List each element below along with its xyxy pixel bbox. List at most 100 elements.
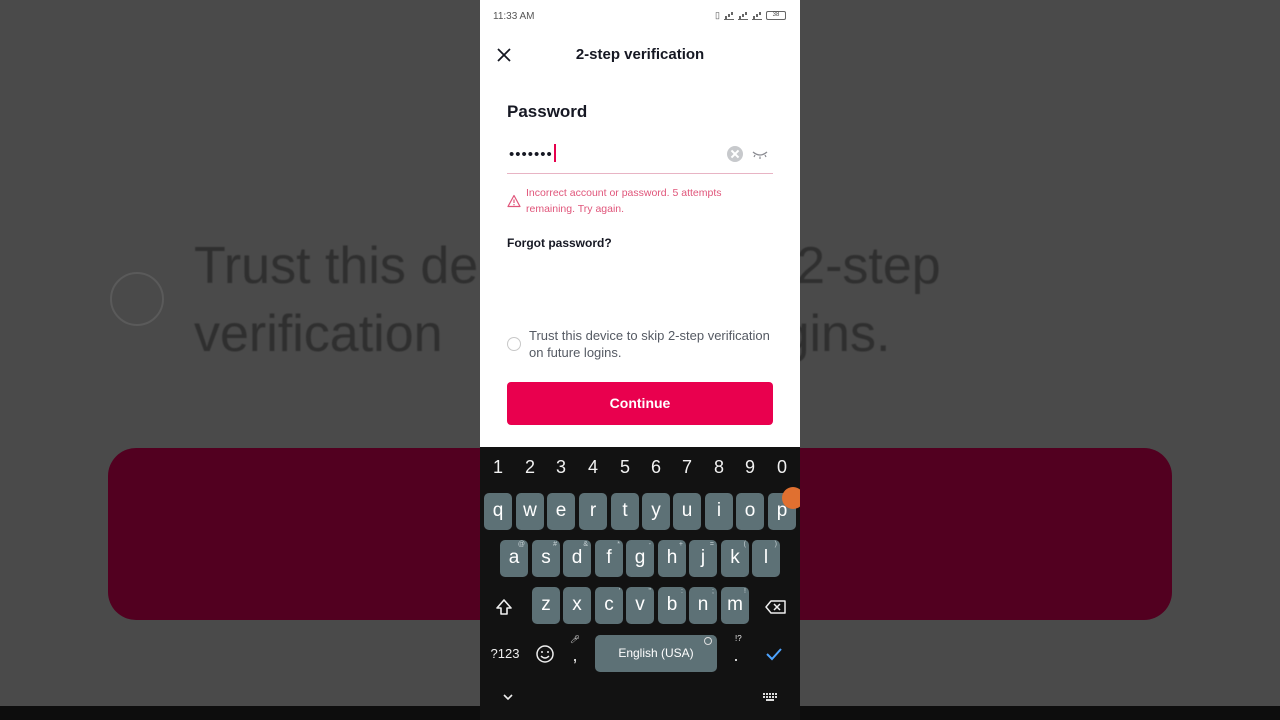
key-n[interactable]: ; n (689, 587, 717, 624)
hint-l: ) (774, 541, 777, 548)
space-label: English (USA) (618, 646, 694, 660)
error-message: Incorrect account or password. 5 attempt… (507, 185, 773, 217)
hint-n: ; (712, 588, 714, 595)
key-8[interactable]: 8 (705, 457, 733, 478)
warning-icon (507, 194, 521, 208)
number-row: 1 2 3 4 5 6 7 8 9 0 (480, 457, 800, 479)
key-v[interactable]: " v (626, 587, 654, 624)
key-a[interactable]: @ a (500, 540, 528, 577)
label-b: b (666, 594, 678, 615)
trust-device-option[interactable]: Trust this device to skip 2-step verific… (507, 327, 773, 361)
key-9[interactable]: 9 (736, 457, 764, 478)
globe-icon (704, 637, 712, 645)
key-e[interactable]: e (547, 493, 575, 530)
hint-f: * (617, 541, 620, 548)
signal-icon-3 (752, 12, 762, 20)
key-d[interactable]: & d (563, 540, 591, 577)
key-l[interactable]: ) l (752, 540, 780, 577)
hint-j: = (709, 541, 714, 548)
space-key[interactable]: English (USA) (595, 635, 717, 672)
key-m[interactable]: ! m (721, 587, 749, 624)
key-h[interactable]: + h (658, 540, 686, 577)
key-1[interactable]: 1 (484, 457, 512, 478)
hint-a: @ (517, 541, 525, 548)
key-x[interactable]: x (563, 587, 591, 624)
mic-hint-icon: 🎤︎ (570, 635, 581, 644)
eye-closed-icon[interactable] (751, 147, 769, 161)
label-v: v (635, 594, 645, 615)
label-h: h (666, 547, 678, 568)
label-d: d (571, 547, 583, 568)
key-o[interactable]: o (736, 493, 764, 530)
key-5[interactable]: 5 (611, 457, 639, 478)
error-text: Incorrect account or password. 5 attempt… (526, 187, 722, 215)
key-b[interactable]: :b (658, 587, 686, 624)
period-hint: !? (735, 634, 742, 643)
shift-icon[interactable] (494, 597, 514, 617)
label-s: s (541, 547, 551, 568)
key-t[interactable]: t (611, 493, 639, 530)
label-g: g (634, 547, 646, 568)
background-line2: verification (194, 305, 443, 363)
key-w[interactable]: w (516, 493, 544, 530)
password-value: ••••••• (509, 146, 553, 163)
key-s[interactable]: # s (532, 540, 560, 577)
hint-s: # (553, 541, 557, 548)
key-k[interactable]: (k (721, 540, 749, 577)
key-0[interactable]: 0 (768, 457, 796, 478)
chevron-down-icon[interactable] (502, 692, 514, 702)
signal-icon-2 (738, 12, 748, 20)
battery-icon: 38 (766, 11, 786, 20)
period-key[interactable]: !? . (728, 634, 744, 666)
clear-icon[interactable] (727, 146, 743, 162)
key-u[interactable]: u (673, 493, 701, 530)
label-f: f (606, 547, 612, 568)
keyboard-switch-icon[interactable] (762, 692, 778, 702)
comma-key[interactable]: 🎤︎ , (568, 635, 582, 666)
label-a: a (508, 547, 520, 568)
key-q[interactable]: q (484, 493, 512, 530)
label-n: n (697, 594, 709, 615)
background-line1b: 2-step (796, 237, 941, 295)
key-j[interactable]: = j (689, 540, 717, 577)
password-field[interactable]: ••••••• (507, 138, 773, 174)
password-label: Password (507, 102, 588, 121)
key-4[interactable]: 4 (579, 457, 607, 478)
key-r[interactable]: r (579, 493, 607, 530)
key-z[interactable]: z (532, 587, 560, 624)
enter-check-icon[interactable] (764, 645, 784, 663)
symbols-key[interactable]: ?123 (488, 646, 522, 661)
hint-d: & (583, 541, 588, 548)
key-7[interactable]: 7 (673, 457, 701, 478)
period-label: . (733, 645, 739, 665)
hint-v: " (648, 588, 652, 595)
hint-g: - (648, 541, 651, 548)
label-k: k (730, 547, 740, 568)
status-icons: ▯ 38 (715, 10, 786, 21)
continue-button[interactable]: Continue (507, 382, 773, 425)
emoji-icon[interactable] (535, 644, 555, 664)
key-y[interactable]: y (642, 493, 670, 530)
label-x: x (572, 594, 582, 615)
key-6[interactable]: 6 (642, 457, 670, 478)
trust-device-label: Trust this device to skip 2-step verific… (529, 328, 770, 360)
trust-device-radio[interactable] (507, 337, 521, 351)
password-input[interactable]: ••••••• (509, 144, 556, 163)
vibrate-icon: ▯ (715, 10, 720, 20)
suggestion-bubble (782, 487, 800, 509)
key-c[interactable]: ' c (595, 587, 623, 624)
background-radio (110, 272, 164, 326)
background-line1: Trust this de (194, 237, 479, 295)
comma-label: , (572, 645, 578, 665)
label-m: m (727, 594, 743, 615)
key-2[interactable]: 2 (516, 457, 544, 478)
hint-b: : (681, 588, 683, 595)
forgot-password-link[interactable]: Forgot password? (507, 236, 612, 250)
key-g[interactable]: -g (626, 540, 654, 577)
backspace-icon[interactable] (764, 598, 788, 616)
key-i[interactable]: i (705, 493, 733, 530)
key-f[interactable]: * f (595, 540, 623, 577)
key-3[interactable]: 3 (547, 457, 575, 478)
page-title: 2-step verification (575, 46, 705, 63)
label-j: j (700, 547, 706, 568)
